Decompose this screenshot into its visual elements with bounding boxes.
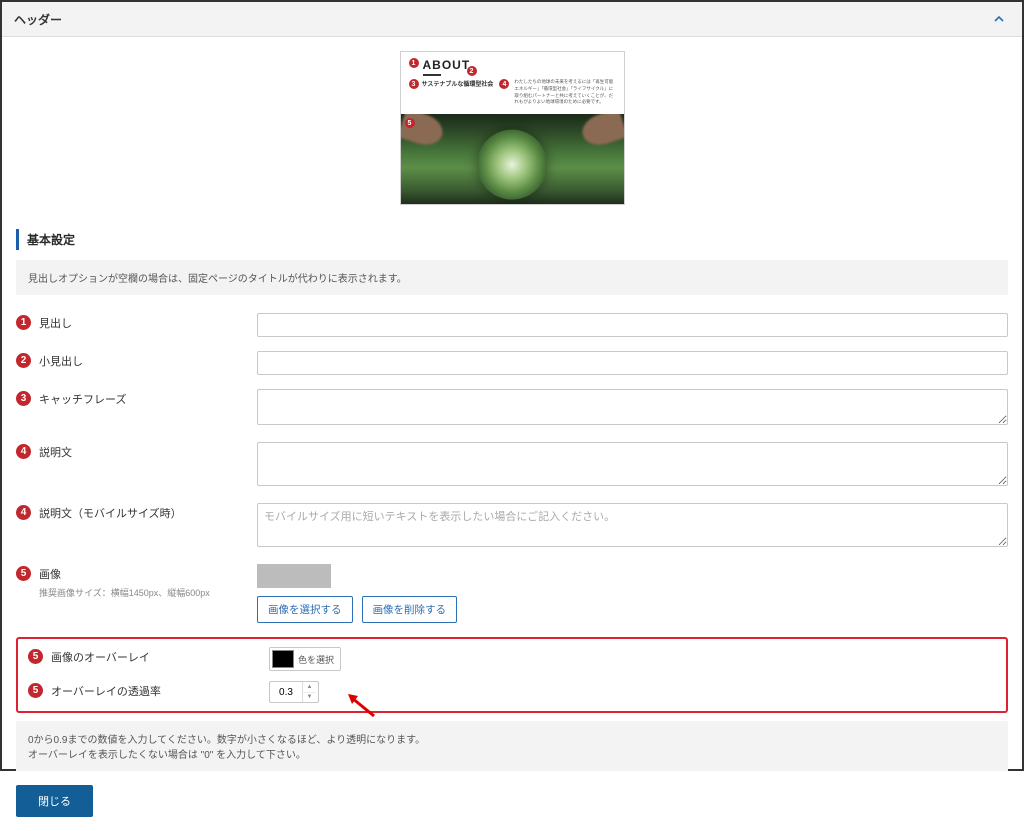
catch-textarea[interactable]	[257, 389, 1008, 425]
heading-input[interactable]	[257, 313, 1008, 337]
collapse-toggle[interactable]	[988, 8, 1010, 30]
section-title: 基本設定	[16, 229, 1008, 250]
overlay-color-label: 画像のオーバーレイ	[51, 647, 261, 665]
overlay-opacity-stepper[interactable]: ▲ ▼	[269, 681, 319, 703]
desc-mobile-textarea[interactable]	[257, 503, 1008, 547]
subheading-input[interactable]	[257, 351, 1008, 375]
image-label: 画像	[39, 564, 249, 582]
field-subheading: 2 小見出し	[16, 351, 1008, 375]
marker-5-badge-c: 5	[28, 683, 43, 698]
marker-4-icon: 4	[499, 79, 509, 89]
opacity-help-box: 0から0.9までの数値を入力してください。数字が小さくなるほど、より透明になりま…	[16, 721, 1008, 771]
heading-label: 見出し	[39, 313, 249, 331]
field-catch: 3 キャッチフレーズ	[16, 389, 1008, 428]
panel-title: ヘッダー	[14, 11, 62, 28]
header-preview: 1 ABOUT 2 3 サステナブルな循環型社会 4 わたしたちの地球の未来を考…	[400, 51, 625, 205]
field-image: 5 画像 推奨画像サイズ：横幅1450px、縦幅600px 画像を選択する 画像…	[16, 564, 1008, 623]
color-swatch	[272, 650, 294, 668]
marker-1-icon: 1	[409, 58, 419, 68]
marker-3-badge: 3	[16, 391, 31, 406]
accordion-header[interactable]: ヘッダー	[2, 2, 1022, 37]
chevron-up-icon	[994, 14, 1004, 24]
close-button[interactable]: 閉じる	[16, 785, 93, 817]
overlay-opacity-label: オーバーレイの透過率	[51, 681, 261, 699]
stepper-up-icon[interactable]: ▲	[303, 682, 316, 693]
marker-2-icon: 2	[467, 66, 477, 76]
marker-4-badge: 4	[16, 444, 31, 459]
catch-label: キャッチフレーズ	[39, 389, 249, 407]
field-desc-mobile: 4 説明文（モバイルサイズ時）	[16, 503, 1008, 550]
delete-image-button[interactable]: 画像を削除する	[362, 596, 458, 623]
desc-textarea[interactable]	[257, 442, 1008, 486]
marker-4-badge-b: 4	[16, 505, 31, 520]
field-overlay-opacity: 5 オーバーレイの透過率 ▲ ▼	[28, 681, 996, 703]
field-desc: 4 説明文	[16, 442, 1008, 489]
color-picker-label: 色を選択	[298, 653, 338, 666]
preview-desc: わたしたちの地球の未来を考えるには「再生可能エネルギー」「循環型社会」「ライフサ…	[512, 79, 615, 106]
marker-5-badge: 5	[16, 566, 31, 581]
marker-2-badge: 2	[16, 353, 31, 368]
subheading-label: 小見出し	[39, 351, 249, 369]
marker-3-icon: 3	[409, 79, 419, 89]
preview-about: ABOUT	[423, 58, 471, 72]
marker-1-badge: 1	[16, 315, 31, 330]
field-overlay-color: 5 画像のオーバーレイ 色を選択	[28, 647, 996, 671]
marker-5-icon: 5	[405, 118, 415, 128]
help-line-1: 0から0.9までの数値を入力してください。数字が小さくなるほど、より透明になりま…	[28, 731, 996, 746]
preview-underline	[423, 74, 441, 76]
select-image-button[interactable]: 画像を選択する	[257, 596, 353, 623]
preview-sub: サステナブルな循環型社会	[422, 79, 494, 88]
overlay-highlight-box: 5 画像のオーバーレイ 色を選択 5 オーバーレイの透過率 ▲	[16, 637, 1008, 713]
stepper-arrows[interactable]: ▲ ▼	[302, 682, 316, 702]
marker-5-badge-b: 5	[28, 649, 43, 664]
stepper-down-icon[interactable]: ▼	[303, 693, 316, 703]
overlay-color-picker[interactable]: 色を選択	[269, 647, 341, 671]
overlay-opacity-input[interactable]	[270, 687, 302, 698]
desc-label: 説明文	[39, 442, 249, 460]
field-heading: 1 見出し	[16, 313, 1008, 337]
image-thumbnail	[257, 564, 331, 588]
image-hint: 推奨画像サイズ：横幅1450px、縦幅600px	[39, 586, 249, 599]
desc-mobile-label: 説明文（モバイルサイズ時）	[39, 503, 249, 521]
preview-image: 5	[401, 114, 624, 204]
help-line-2: オーバーレイを表示したくない場合は "0" を入力して下さい。	[28, 746, 996, 761]
preview-area: 1 ABOUT 2 3 サステナブルな循環型社会 4 わたしたちの地球の未来を考…	[2, 37, 1022, 225]
notice-box: 見出しオプションが空欄の場合は、固定ページのタイトルが代わりに表示されます。	[16, 260, 1008, 295]
